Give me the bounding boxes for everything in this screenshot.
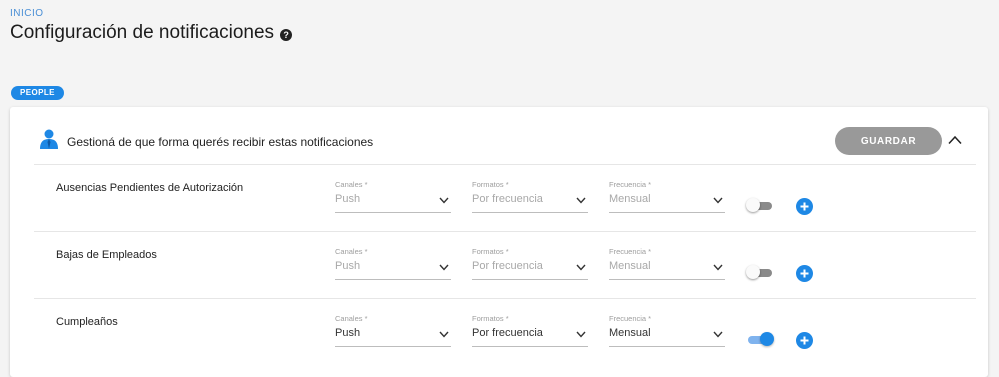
canales-label: Canales * (335, 247, 368, 256)
frecuencia-select[interactable]: Frecuencia * Mensual (609, 247, 725, 280)
canales-label: Canales * (335, 314, 368, 323)
notification-row-cumpleanos: Cumpleaños Canales * Push Formatos * Por… (34, 298, 976, 366)
card-header-text: Gestioná de que forma querés recibir est… (67, 135, 374, 149)
formatos-value: Por frecuencia (472, 327, 543, 339)
add-button[interactable] (796, 332, 813, 349)
chevron-down-icon (713, 197, 723, 204)
notification-row-bajas: Bajas de Empleados Canales * Push Format… (34, 231, 976, 299)
enable-toggle[interactable] (746, 332, 774, 346)
person-icon (40, 129, 58, 149)
toggle-knob (760, 332, 774, 346)
add-button[interactable] (796, 265, 813, 282)
formatos-select[interactable]: Formatos * Por frecuencia (472, 314, 588, 347)
canales-label: Canales * (335, 180, 368, 189)
canales-select[interactable]: Canales * Push (335, 180, 451, 213)
canales-value: Push (335, 260, 361, 272)
chevron-down-icon (439, 264, 449, 271)
toggle-knob (746, 198, 760, 212)
save-button[interactable]: GUARDAR (835, 127, 942, 155)
formatos-value: Por frecuencia (472, 260, 543, 272)
frecuencia-value: Mensual (609, 260, 651, 272)
enable-toggle[interactable] (746, 265, 774, 279)
frecuencia-label: Frecuencia * (609, 180, 652, 189)
add-button[interactable] (796, 198, 813, 215)
people-tag: PEOPLE (11, 86, 64, 100)
frecuencia-value: Mensual (609, 193, 651, 205)
notification-row-ausencias: Ausencias Pendientes de Autorización Can… (34, 164, 976, 232)
chevron-down-icon (439, 331, 449, 338)
page-title-text: Configuración de notificaciones (10, 22, 275, 43)
canales-select[interactable]: Canales * Push (335, 247, 451, 280)
formatos-select[interactable]: Formatos * Por frecuencia (472, 180, 588, 213)
notifications-card: Gestioná de que forma querés recibir est… (10, 107, 988, 377)
chevron-down-icon (713, 331, 723, 338)
formatos-value: Por frecuencia (472, 193, 543, 205)
canales-value: Push (335, 193, 361, 205)
chevron-down-icon (439, 197, 449, 204)
formatos-label: Formatos * (472, 314, 509, 323)
formatos-select[interactable]: Formatos * Por frecuencia (472, 247, 588, 280)
frecuencia-select[interactable]: Frecuencia * Mensual (609, 314, 725, 347)
plus-icon (800, 269, 809, 278)
formatos-label: Formatos * (472, 180, 509, 189)
enable-toggle[interactable] (746, 198, 774, 212)
formatos-label: Formatos * (472, 247, 509, 256)
canales-select[interactable]: Canales * Push (335, 314, 451, 347)
frecuencia-select[interactable]: Frecuencia * Mensual (609, 180, 725, 213)
chevron-down-icon (576, 197, 586, 204)
canales-value: Push (335, 327, 361, 339)
plus-icon (800, 336, 809, 345)
breadcrumb[interactable]: INICIO (10, 8, 44, 19)
frecuencia-label: Frecuencia * (609, 247, 652, 256)
chevron-down-icon (576, 264, 586, 271)
row-label: Ausencias Pendientes de Autorización (56, 182, 244, 194)
help-icon[interactable]: ? (280, 28, 293, 41)
row-label: Bajas de Empleados (56, 249, 157, 261)
chevron-down-icon (713, 264, 723, 271)
toggle-knob (746, 265, 760, 279)
plus-icon (800, 202, 809, 211)
row-label: Cumpleaños (56, 316, 118, 328)
frecuencia-value: Mensual (609, 327, 651, 339)
chevron-down-icon (576, 331, 586, 338)
chevron-up-icon[interactable] (948, 135, 962, 145)
page-title: Configuración de notificaciones ? (10, 22, 293, 44)
card-header: Gestioná de que forma querés recibir est… (10, 107, 988, 163)
frecuencia-label: Frecuencia * (609, 314, 652, 323)
